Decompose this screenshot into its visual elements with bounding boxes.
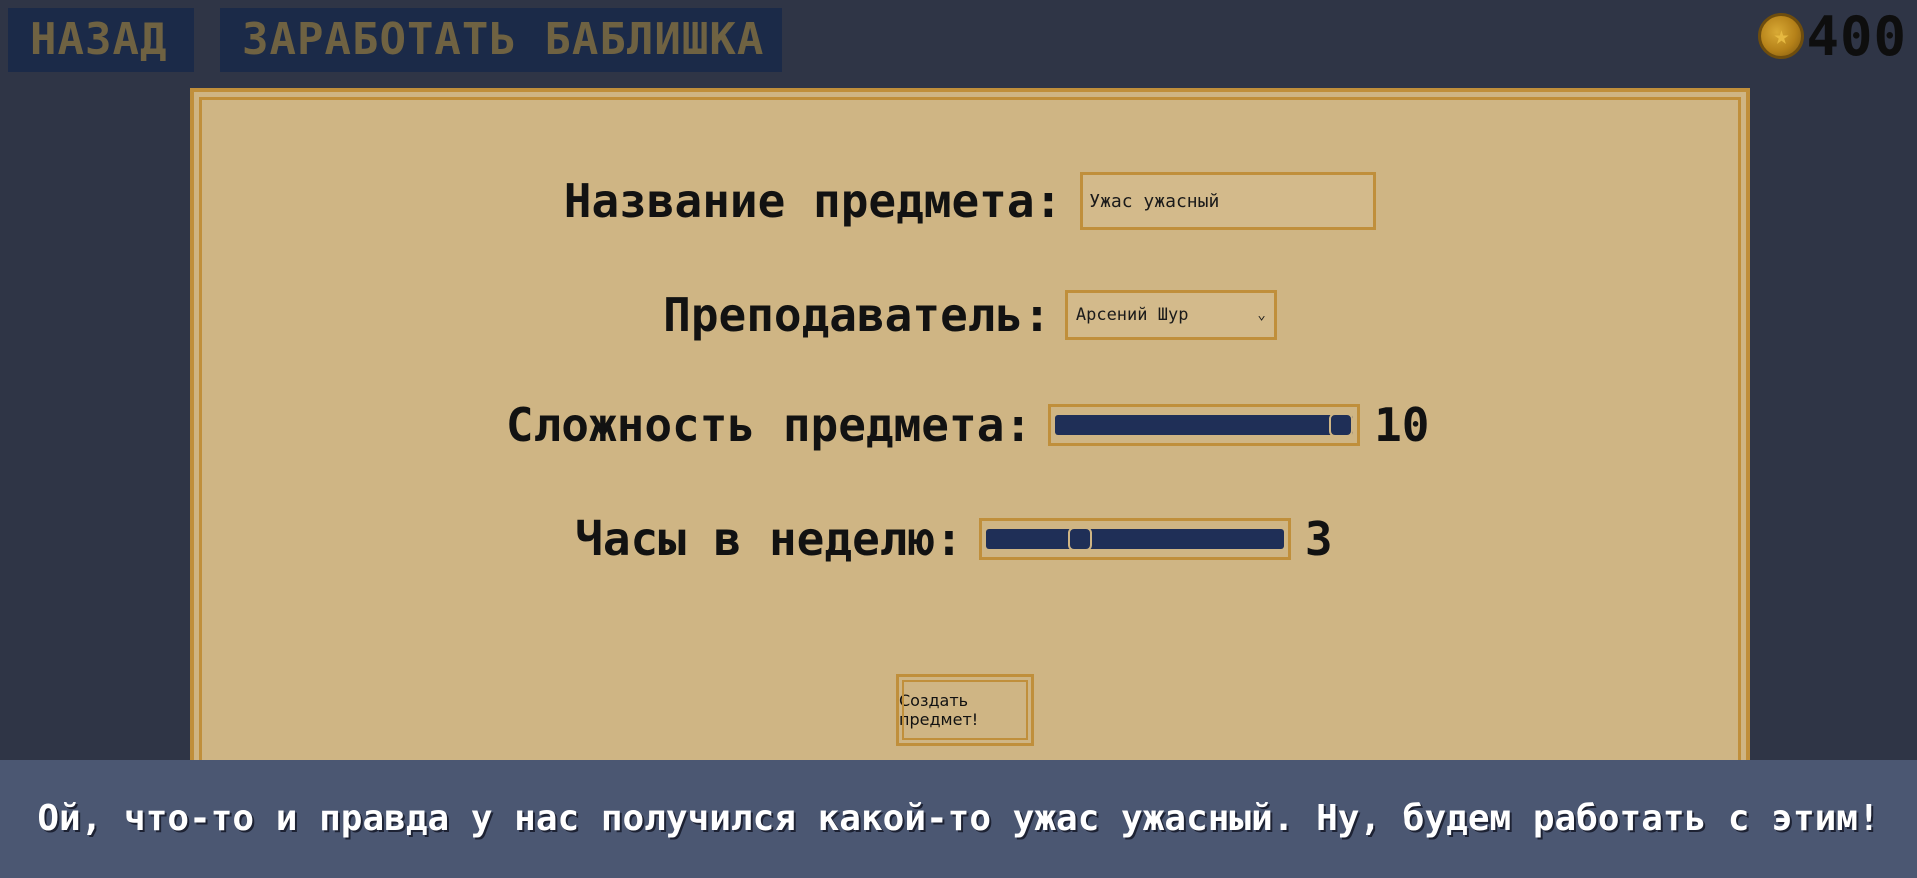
teacher-select[interactable]: Арсений Шур ⌄ xyxy=(1064,290,1277,340)
hours-slider[interactable] xyxy=(978,518,1291,560)
teacher-selected-value: Арсений Шур xyxy=(1075,305,1189,325)
hours-value: 3 xyxy=(1304,512,1333,566)
hours-slider-thumb[interactable] xyxy=(1068,527,1093,551)
dialog-box[interactable]: Ой, что-то и правда у нас получился како… xyxy=(0,760,1917,878)
difficulty-slider[interactable] xyxy=(1048,404,1361,446)
create-item-button[interactable]: Создать предмет! xyxy=(896,674,1034,746)
item-name-row: Название предмета: xyxy=(194,172,1746,230)
coin-counter: ★ 400 xyxy=(1758,4,1907,68)
teacher-row: Преподаватель: Арсений Шур ⌄ xyxy=(194,288,1746,342)
dialog-text: Ой, что-то и правда у нас получился како… xyxy=(37,798,1880,839)
back-button[interactable]: НАЗАД xyxy=(8,8,194,72)
difficulty-label: Сложность предмета: xyxy=(505,398,1033,452)
difficulty-row: Сложность предмета: 10 xyxy=(194,398,1746,452)
coin-count: 400 xyxy=(1806,4,1907,68)
hours-label: Часы в неделю: xyxy=(575,512,963,566)
chevron-down-icon: ⌄ xyxy=(1257,307,1266,323)
create-button-inner-border xyxy=(902,680,1028,740)
item-name-input[interactable] xyxy=(1080,172,1377,230)
earn-money-button[interactable]: ЗАРАБОТАТЬ БАБЛИШКА xyxy=(220,8,782,72)
difficulty-value: 10 xyxy=(1374,398,1430,452)
difficulty-slider-track xyxy=(1055,413,1354,437)
game-screen: НАЗАД ЗАРАБОТАТЬ БАБЛИШКА ★ 400 Название… xyxy=(0,0,1917,878)
hours-slider-track xyxy=(985,527,1284,551)
teacher-label: Преподаватель: xyxy=(663,288,1051,342)
star-coin-icon: ★ xyxy=(1758,13,1805,59)
hours-row: Часы в неделю: 3 xyxy=(194,512,1746,566)
item-name-label: Название предмета: xyxy=(563,174,1063,228)
difficulty-slider-thumb[interactable] xyxy=(1329,413,1354,437)
